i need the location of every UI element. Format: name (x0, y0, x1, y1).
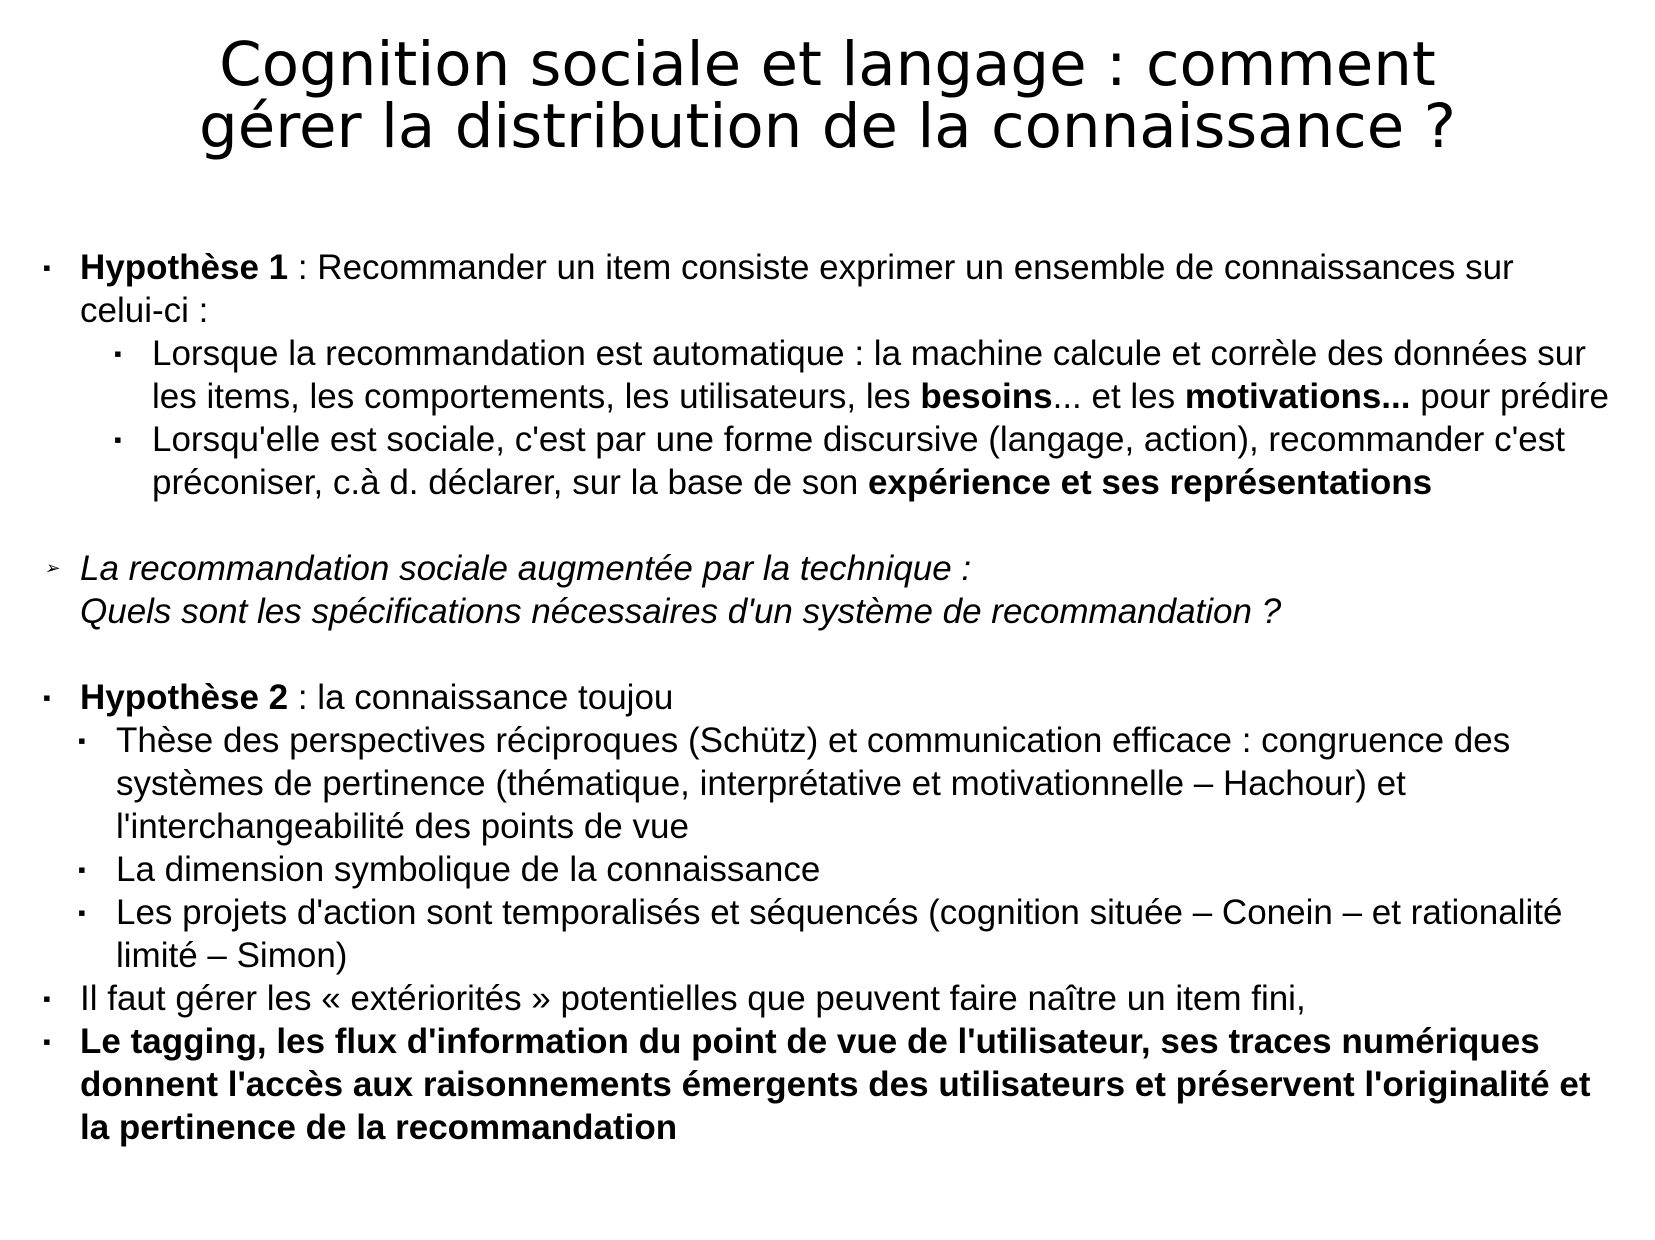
hypothesis-1-item: ▪ Hypothèse 1 : Recommander un item cons… (0, 246, 1655, 332)
square-bullet-icon: ▪ (43, 1029, 51, 1054)
title-line-2: gérer la distribution de la connaissance… (198, 91, 1457, 162)
hypothesis-1-label: Hypothèse 1 (80, 248, 289, 287)
square-bullet-icon: ▪ (43, 986, 51, 1011)
sub-bold-motivations: motivations... (1184, 377, 1411, 416)
hypothesis-1-sub-social: ▪ Lorsqu'elle est sociale, c'est par une… (0, 418, 1655, 504)
tagging-item: ▪ Le tagging, les flux d'information du … (0, 1020, 1655, 1149)
hypothesis-2-label: Hypothèse 2 (80, 678, 289, 717)
sub-text: Les projets d'action sont temporalisés e… (116, 893, 1563, 975)
sub-text: La dimension symbolique de la connaissan… (116, 850, 821, 889)
exteriorities-text: Il faut gérer les « extériorités » poten… (80, 979, 1306, 1018)
slide: Cognition sociale et langage : comment g… (0, 0, 1655, 1240)
hypothesis-1-text: : Recommander un item consiste exprimer … (80, 248, 1514, 330)
hypothesis-1-sub-automatic: ▪ Lorsque la recommandation est automati… (0, 332, 1655, 418)
sub-text: Thèse des perspectives réciproques (Schü… (116, 721, 1511, 846)
sub-bold-besoins: besoins (920, 377, 1053, 416)
social-recommendation-question: ➢ La recommandation sociale augmentée pa… (0, 547, 1655, 633)
question-line-2: Quels sont les spécifications nécessaire… (80, 592, 1282, 631)
sub-text: pour prédire (1410, 377, 1609, 416)
slide-title: Cognition sociale et langage : comment g… (0, 34, 1655, 158)
hypothesis-2-text: : la connaissance toujou (288, 678, 674, 717)
square-bullet-icon: ▪ (78, 728, 86, 753)
square-bullet-icon: ▪ (78, 857, 86, 882)
title-line-1: Cognition sociale et langage : comment (219, 29, 1436, 100)
sub-text: ... et les (1052, 377, 1185, 416)
square-bullet-icon: ▪ (78, 900, 86, 925)
question-line-1: La recommandation sociale augmentée par … (80, 549, 972, 588)
square-bullet-icon: ▪ (43, 685, 51, 710)
square-bullet-icon: ▪ (114, 341, 122, 366)
slide-body: ▪ Hypothèse 1 : Recommander un item cons… (0, 246, 1655, 1149)
hypothesis-2-sub-symbolic: ▪ La dimension symbolique de la connaiss… (0, 848, 1655, 891)
sub-bold-experience: expérience et ses représentations (867, 463, 1433, 502)
exteriorities-item: ▪ Il faut gérer les « extériorités » pot… (0, 977, 1655, 1020)
arrow-bullet-icon: ➢ (44, 558, 60, 578)
square-bullet-icon: ▪ (43, 255, 51, 280)
hypothesis-2-item: ▪ Hypothèse 2 : la connaissance toujou (0, 676, 1655, 719)
hypothesis-2-sub-projects: ▪ Les projets d'action sont temporalisés… (0, 891, 1655, 977)
tagging-text: Le tagging, les flux d'information du po… (80, 1022, 1591, 1147)
square-bullet-icon: ▪ (114, 427, 122, 452)
hypothesis-2-sub-schutz: ▪ Thèse des perspectives réciproques (Sc… (0, 719, 1655, 848)
